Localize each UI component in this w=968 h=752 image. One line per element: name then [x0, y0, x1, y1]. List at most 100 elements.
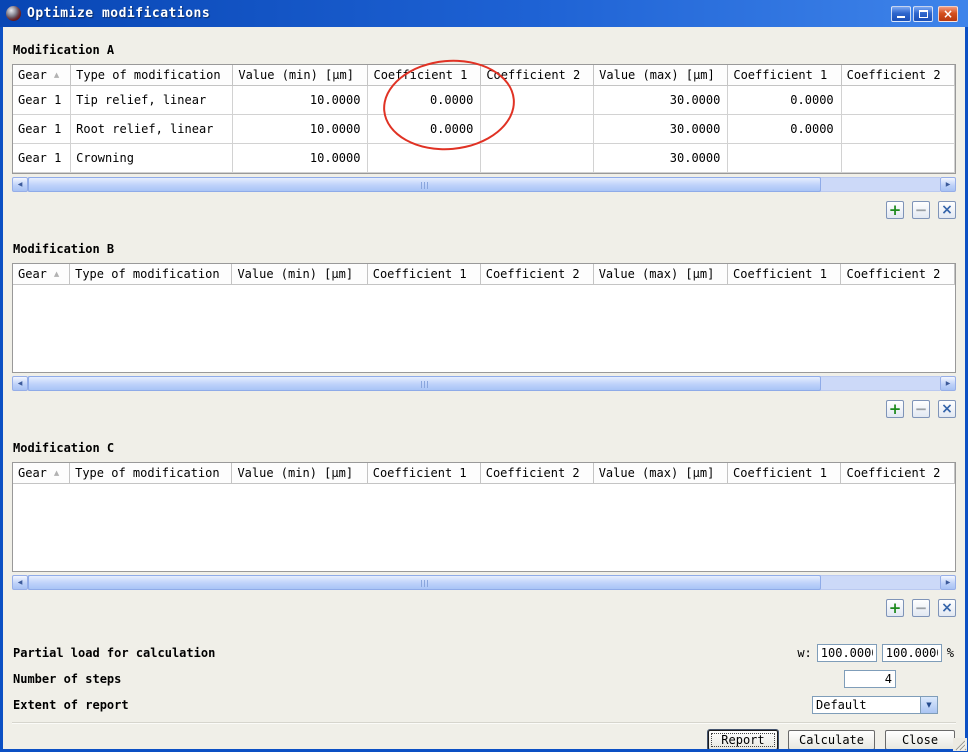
table-cell[interactable] [368, 143, 481, 172]
scrollbar-track[interactable] [28, 177, 940, 192]
table-cell[interactable]: Root relief, linear [71, 114, 233, 143]
report-button[interactable]: Report [708, 730, 778, 749]
column-header[interactable]: Coefficient 1 [368, 65, 481, 85]
chevron-down-icon[interactable]: ▼ [920, 697, 937, 713]
column-header[interactable]: Value (min) [μm] [232, 264, 367, 284]
table-row[interactable]: Gear 1Root relief, linear10.00000.000030… [13, 114, 955, 143]
calculate-button[interactable]: Calculate [788, 730, 875, 749]
column-header[interactable]: Value (max) [μm] [594, 65, 728, 85]
table-row[interactable]: Gear 1Crowning10.0000 30.0000 [13, 143, 955, 172]
maximize-button[interactable] [913, 6, 933, 22]
column-header[interactable]: Type of modification [71, 65, 233, 85]
delete-icon: × [941, 601, 953, 615]
delete-rows-button[interactable]: × [938, 400, 956, 418]
scroll-right-icon[interactable]: ▶ [940, 575, 956, 590]
column-header[interactable]: Type of modification [70, 264, 232, 284]
scrollbar-thumb[interactable] [28, 575, 821, 590]
minus-icon: − [915, 601, 928, 616]
table-cell[interactable] [728, 143, 841, 172]
close-icon: × [943, 8, 953, 20]
table-cell[interactable]: 10.0000 [233, 85, 368, 114]
table-cell[interactable]: 0.0000 [368, 85, 481, 114]
table-cell[interactable]: 0.0000 [368, 114, 481, 143]
column-header[interactable]: Coefficient 1 [728, 65, 841, 85]
add-row-button[interactable]: + [886, 599, 904, 617]
scroll-right-icon[interactable]: ▶ [940, 177, 956, 192]
column-header[interactable]: Coefficient 1 [367, 264, 480, 284]
column-header[interactable]: Coefficient 1 [728, 463, 841, 483]
add-row-button[interactable]: + [886, 201, 904, 219]
window-close-button[interactable]: × [938, 6, 958, 22]
table-cell[interactable] [841, 85, 954, 114]
remove-row-button[interactable]: − [912, 599, 930, 617]
titlebar-buttons: × [891, 6, 958, 22]
table-cell[interactable]: 10.0000 [233, 114, 368, 143]
table-cell[interactable]: 0.0000 [728, 85, 841, 114]
partial-load-min-input[interactable] [817, 644, 877, 662]
resize-grip[interactable] [953, 738, 967, 751]
horizontal-scrollbar[interactable]: ◀ ▶ [12, 376, 956, 391]
table-cell[interactable]: 0.0000 [728, 114, 841, 143]
column-header[interactable]: Gear▲ [13, 463, 70, 483]
column-header[interactable]: Gear▲ [13, 65, 71, 85]
table-cell[interactable]: Crowning [71, 143, 233, 172]
column-header[interactable]: Value (max) [μm] [593, 264, 727, 284]
column-header[interactable]: Coefficient 2 [841, 264, 955, 284]
scroll-left-icon[interactable]: ◀ [12, 376, 28, 391]
minimize-button[interactable] [891, 6, 911, 22]
extent-of-report-select[interactable]: Default ▼ [812, 696, 938, 714]
column-header[interactable]: Coefficient 2 [480, 463, 593, 483]
table-cell[interactable]: 30.0000 [594, 143, 728, 172]
table-cell[interactable] [481, 143, 594, 172]
remove-row-button[interactable]: − [912, 400, 930, 418]
close-button[interactable]: Close [885, 730, 955, 749]
table-cell[interactable]: Gear 1 [13, 85, 71, 114]
sort-arrow-icon: ▲ [54, 270, 59, 278]
table-cell[interactable] [481, 114, 594, 143]
table-cell[interactable]: 30.0000 [594, 114, 728, 143]
table-cell[interactable]: 30.0000 [594, 85, 728, 114]
remove-row-button[interactable]: − [912, 201, 930, 219]
column-header[interactable]: Coefficient 1 [728, 264, 841, 284]
table-cell[interactable] [481, 85, 594, 114]
scrollbar-track[interactable] [28, 376, 940, 391]
column-header[interactable]: Coefficient 2 [841, 65, 954, 85]
column-header[interactable]: Value (min) [μm] [232, 463, 367, 483]
delete-rows-button[interactable]: × [938, 599, 956, 617]
steps-input[interactable] [844, 670, 896, 688]
scroll-right-icon[interactable]: ▶ [940, 376, 956, 391]
column-header[interactable]: Coefficient 2 [841, 463, 955, 483]
footer-separator [12, 722, 956, 723]
horizontal-scrollbar[interactable]: ◀ ▶ [12, 177, 956, 192]
add-row-button[interactable]: + [886, 400, 904, 418]
delete-rows-button[interactable]: × [938, 201, 956, 219]
app-icon [6, 6, 21, 21]
titlebar[interactable]: Optimize modifications × [0, 0, 968, 27]
table-cell[interactable]: Tip relief, linear [71, 85, 233, 114]
column-header[interactable]: Type of modification [70, 463, 232, 483]
scrollbar-thumb[interactable] [28, 376, 821, 391]
section-label: Modification C [13, 441, 956, 455]
table-row[interactable]: Gear 1Tip relief, linear10.00000.000030.… [13, 85, 955, 114]
table-toolbar: + − × [12, 599, 956, 617]
scroll-left-icon[interactable]: ◀ [12, 575, 28, 590]
modification-c-section: Modification C Gear▲Type of modification… [12, 441, 956, 617]
column-header[interactable]: Value (min) [μm] [233, 65, 368, 85]
column-header[interactable]: Value (max) [μm] [593, 463, 727, 483]
column-header[interactable]: Gear▲ [13, 264, 70, 284]
table-cell[interactable]: 10.0000 [233, 143, 368, 172]
partial-load-row: Partial load for calculation w: % [12, 640, 956, 666]
table-cell[interactable]: Gear 1 [13, 143, 71, 172]
scrollbar-thumb[interactable] [28, 177, 821, 192]
table-cell[interactable] [841, 114, 954, 143]
partial-load-max-input[interactable] [882, 644, 942, 662]
column-header[interactable]: Coefficient 2 [480, 264, 593, 284]
horizontal-scrollbar[interactable]: ◀ ▶ [12, 575, 956, 590]
scroll-left-icon[interactable]: ◀ [12, 177, 28, 192]
scrollbar-track[interactable] [28, 575, 940, 590]
table-cell[interactable] [841, 143, 954, 172]
table-cell[interactable]: Gear 1 [13, 114, 71, 143]
column-header[interactable]: Coefficient 1 [367, 463, 480, 483]
extent-label: Extent of report [13, 698, 129, 712]
column-header[interactable]: Coefficient 2 [481, 65, 594, 85]
